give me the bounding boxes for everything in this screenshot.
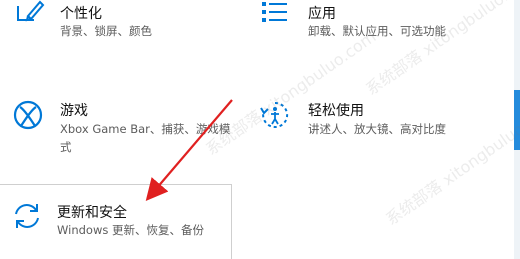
apps-list-icon — [258, 0, 292, 30]
tile-personalization-title: 个性化 — [60, 6, 102, 22]
personalization-pen-icon — [14, 0, 48, 30]
tile-ease-desc: 讲述人、放大镜、高对比度 — [308, 122, 446, 136]
tile-gaming[interactable]: 游戏 Xbox Game Bar、捕获、游戏模式 — [0, 92, 240, 154]
tile-apps-title: 应用 — [308, 6, 336, 22]
tile-personalization[interactable]: 个性化 背景、锁屏、颜色 — [0, 0, 230, 50]
scrollbar-thumb[interactable] — [514, 90, 520, 150]
tile-update-security[interactable]: 更新和安全 Windows 更新、恢复、备份 — [0, 184, 232, 259]
tile-gaming-title: 游戏 — [60, 103, 88, 119]
ease-of-access-icon — [258, 98, 292, 132]
tile-update-desc: Windows 更新、恢复、备份 — [57, 223, 204, 237]
tile-apps-desc: 卸载、默认应用、可选功能 — [308, 24, 446, 38]
tile-apps[interactable]: 应用 卸载、默认应用、可选功能 — [248, 0, 508, 50]
tile-personalization-desc: 背景、锁屏、颜色 — [60, 24, 152, 38]
tile-gaming-desc: Xbox Game Bar、捕获、游戏模式 — [60, 122, 231, 154]
sync-arrows-icon — [10, 199, 44, 233]
tile-ease-title: 轻松使用 — [308, 103, 364, 119]
tile-ease-of-access[interactable]: 轻松使用 讲述人、放大镜、高对比度 — [248, 92, 508, 142]
xbox-icon — [11, 98, 45, 132]
tile-update-title: 更新和安全 — [57, 205, 127, 221]
